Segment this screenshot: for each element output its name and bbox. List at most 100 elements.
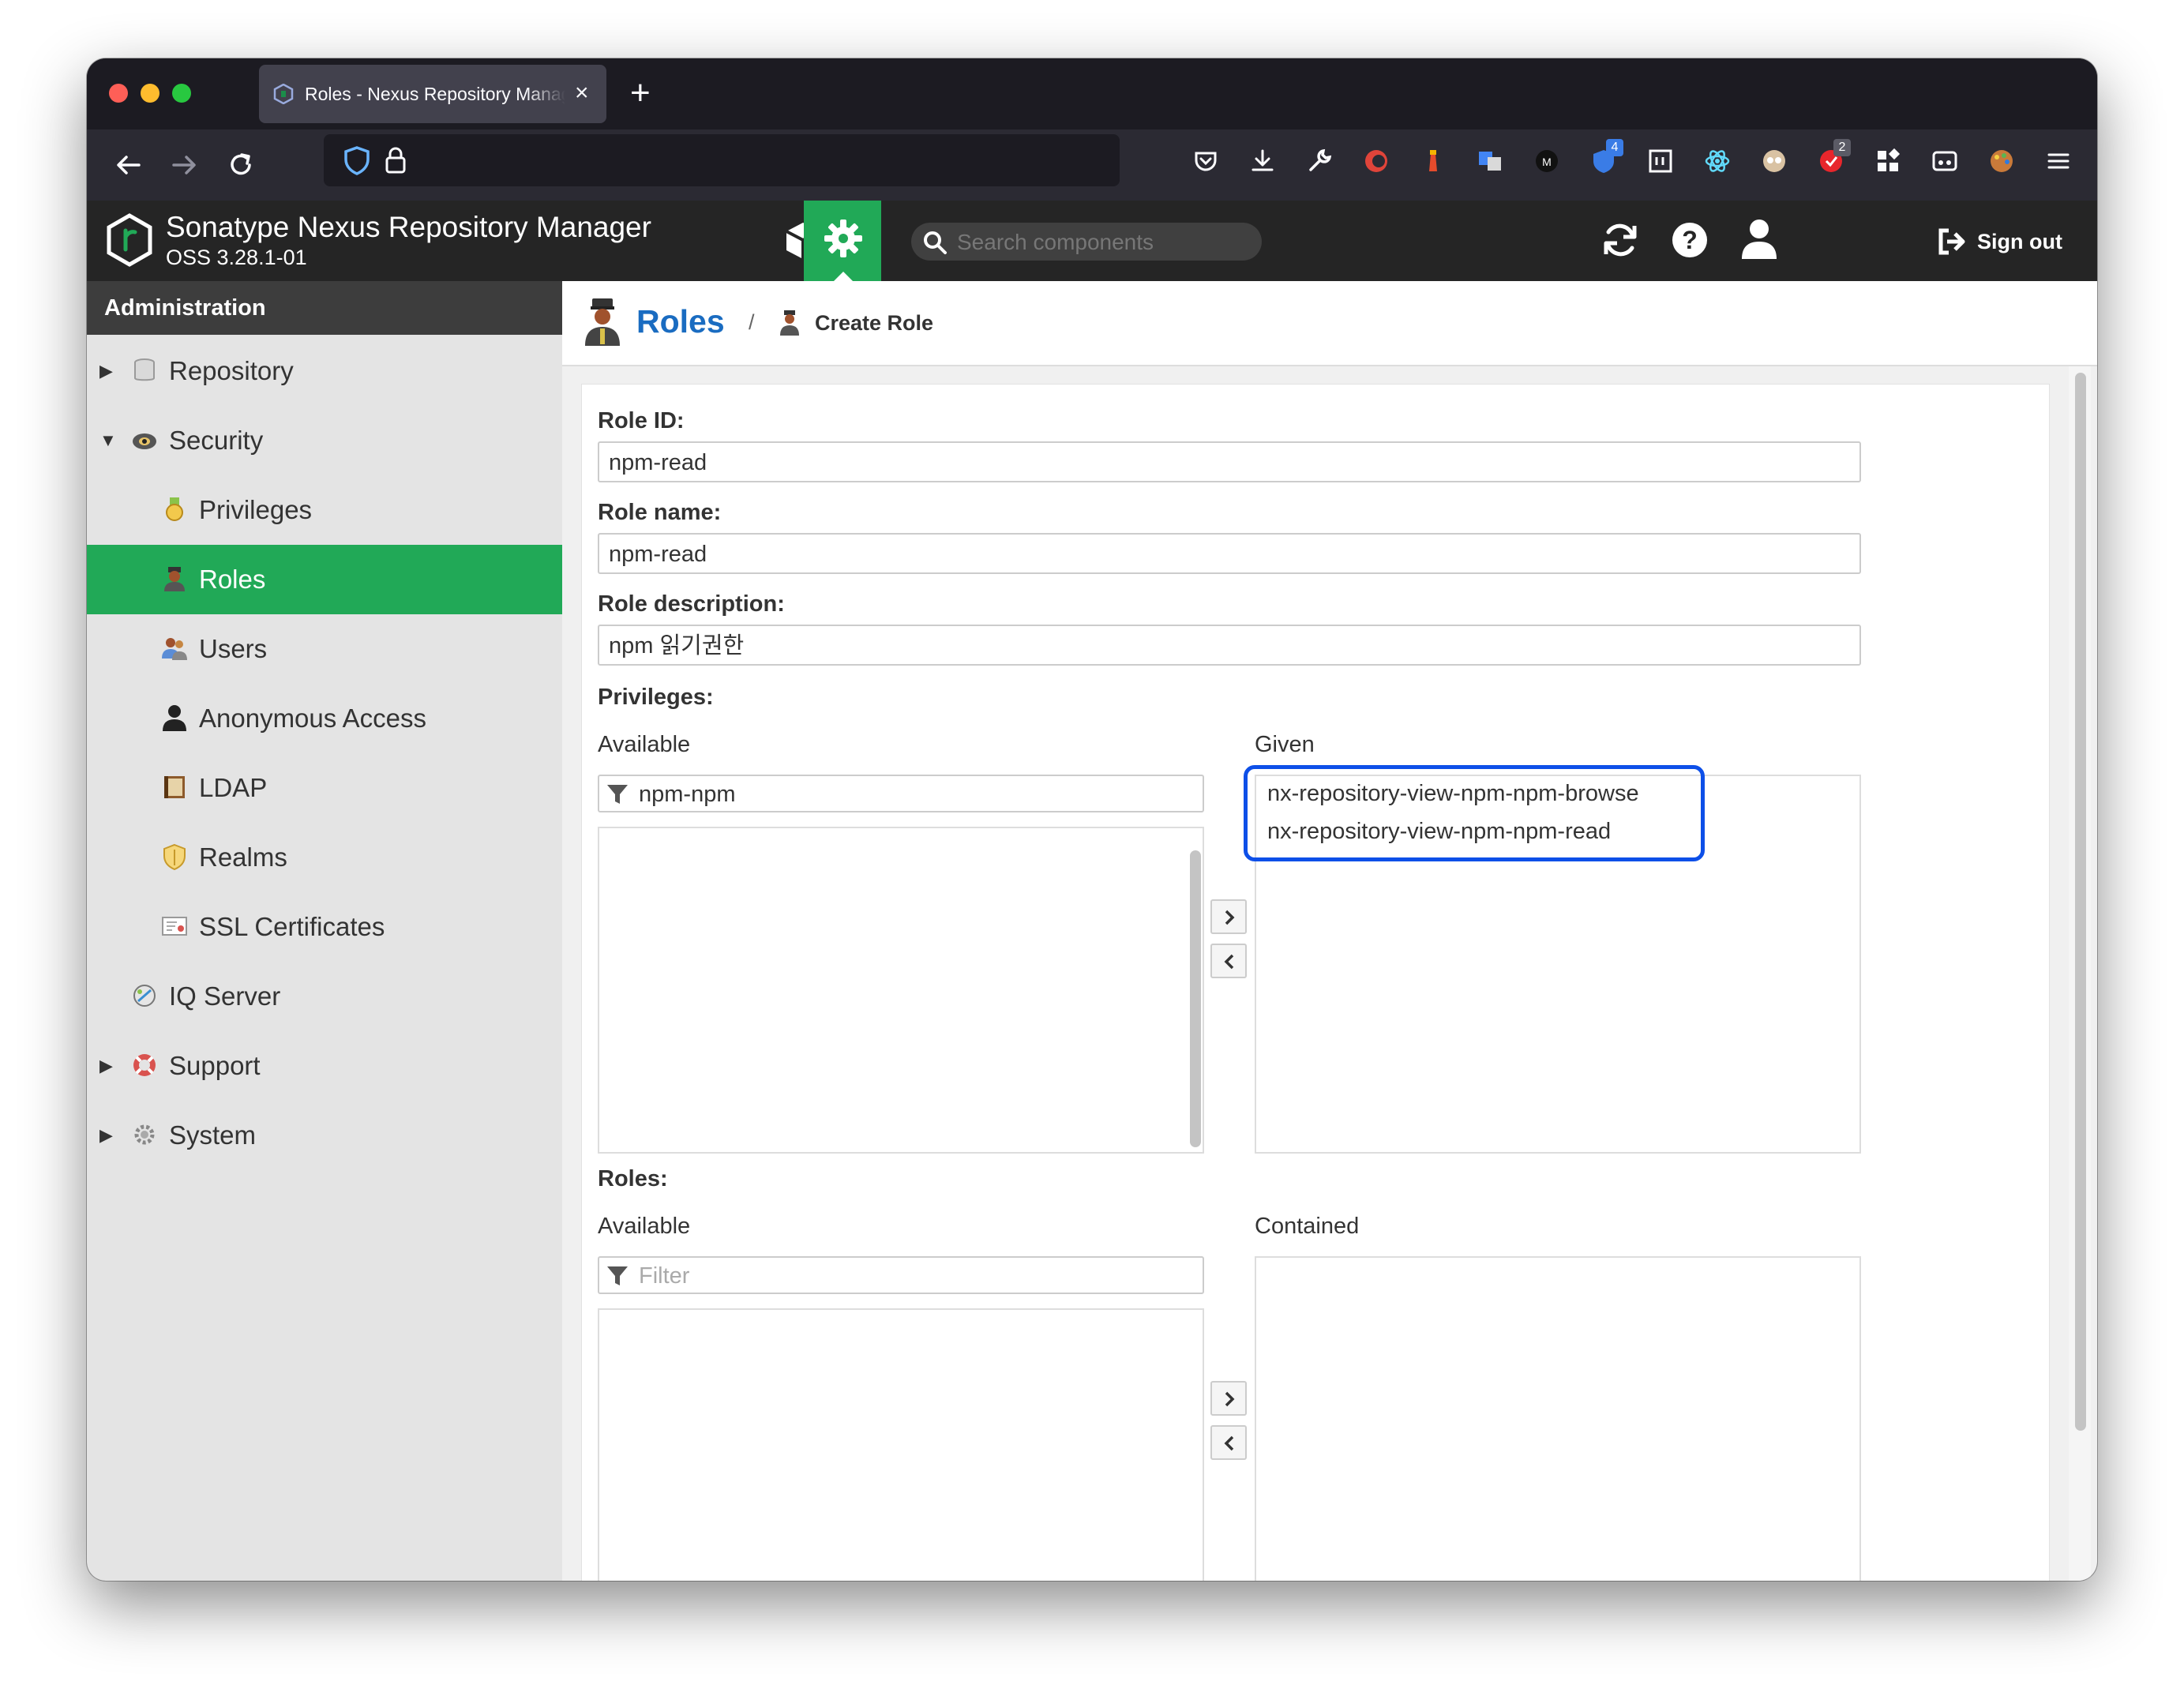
privileges-available-label: Available bbox=[598, 732, 691, 757]
color-palette-icon[interactable] bbox=[1988, 148, 2015, 174]
add-role-button[interactable] bbox=[1210, 1381, 1247, 1416]
remove-role-button[interactable] bbox=[1210, 1425, 1247, 1460]
browser-tab[interactable]: Roles - Nexus Repository Manager × bbox=[259, 65, 606, 123]
chevron-right-icon bbox=[1225, 910, 1235, 925]
filter-icon bbox=[607, 785, 628, 804]
sign-out-label: Sign out bbox=[1977, 230, 2062, 253]
sidebar-item-label: IQ Server bbox=[169, 981, 281, 1011]
url-bar[interactable] bbox=[324, 134, 1120, 186]
forward-icon[interactable] bbox=[166, 147, 202, 183]
lighthouse-icon[interactable] bbox=[1420, 148, 1447, 174]
reload-icon[interactable] bbox=[223, 147, 259, 183]
sidebar-item-label: Users bbox=[199, 634, 268, 663]
role-icon bbox=[164, 567, 185, 591]
sidebar-item-repository[interactable]: ▶ Repository bbox=[87, 336, 562, 406]
role-description-input[interactable]: npm 읽기권한 bbox=[598, 625, 1861, 666]
main-scrollbar-thumb[interactable] bbox=[2075, 373, 2086, 1431]
sidebar-item-users[interactable]: Users bbox=[87, 614, 562, 684]
active-indicator bbox=[834, 272, 853, 281]
breadcrumb-root-link[interactable]: Roles bbox=[636, 302, 725, 341]
role-description-label: Role description: bbox=[598, 591, 785, 617]
ublock-badge: 4 bbox=[1606, 139, 1623, 156]
sidebar-item-label: Support bbox=[169, 1051, 261, 1080]
translate-icon[interactable] bbox=[1477, 148, 1503, 174]
nexus-logo-icon bbox=[107, 213, 152, 267]
collapse-arrow-icon[interactable]: ▼ bbox=[99, 406, 117, 475]
refresh-icon[interactable] bbox=[1600, 220, 1641, 261]
roles-contained-label: Contained bbox=[1255, 1214, 1360, 1239]
owl-extension-icon[interactable] bbox=[1761, 148, 1788, 174]
tracking-shield-icon[interactable] bbox=[343, 145, 371, 175]
remove-privilege-button[interactable] bbox=[1210, 944, 1247, 978]
sidebar-item-system[interactable]: ▶ System bbox=[87, 1101, 562, 1170]
privileges-given-label: Given bbox=[1255, 732, 1315, 757]
sidebar-item-label: Repository bbox=[169, 356, 294, 385]
privileges-available-list[interactable] bbox=[598, 827, 1204, 1154]
brand-name: Sonatype Nexus Repository Manager bbox=[166, 211, 651, 243]
help-icon[interactable]: ? bbox=[1669, 220, 1710, 261]
roles-available-label: Available bbox=[598, 1214, 691, 1239]
expand-arrow-icon[interactable]: ▶ bbox=[99, 336, 113, 406]
sidebar-item-roles[interactable]: Roles bbox=[87, 545, 562, 614]
sidebar-item-ssl-certificates[interactable]: SSL Certificates bbox=[87, 892, 562, 962]
sidebar-item-label: Anonymous Access bbox=[199, 704, 426, 733]
sidebar-item-ldap[interactable]: LDAP bbox=[87, 753, 562, 823]
new-tab-button[interactable]: + bbox=[630, 71, 651, 115]
privileges-filter-input[interactable] bbox=[637, 779, 1124, 809]
search-box[interactable] bbox=[911, 223, 1262, 261]
close-window-button[interactable] bbox=[109, 84, 128, 103]
lifebuoy-icon bbox=[133, 1054, 156, 1076]
roles-contained-list[interactable] bbox=[1255, 1256, 1861, 1581]
main-scrollbar[interactable] bbox=[2069, 366, 2091, 1581]
gear-icon bbox=[134, 1124, 155, 1145]
sidebar-item-realms[interactable]: Realms bbox=[87, 823, 562, 892]
role-id-input[interactable]: npm-read bbox=[598, 441, 1861, 482]
reader-extension-icon[interactable] bbox=[1931, 148, 1958, 174]
expand-arrow-icon[interactable]: ▶ bbox=[99, 1101, 113, 1170]
user-icon[interactable] bbox=[1740, 218, 1778, 261]
zoom-window-button[interactable] bbox=[172, 84, 191, 103]
sign-out-icon bbox=[1938, 228, 1965, 255]
sidebar-item-label: Security bbox=[169, 426, 264, 455]
sidebar-item-security[interactable]: ▼ Security bbox=[87, 406, 562, 475]
hamburger-menu-icon[interactable] bbox=[2045, 148, 2072, 174]
role-icon bbox=[585, 298, 620, 346]
lock-icon[interactable] bbox=[384, 145, 407, 175]
breadcrumb-current: Create Role bbox=[815, 311, 934, 335]
roles-filter-input[interactable] bbox=[637, 1261, 1124, 1291]
extension-red-circle-icon[interactable] bbox=[1363, 148, 1390, 174]
react-devtools-icon[interactable] bbox=[1704, 148, 1731, 174]
sidebar-title: Administration bbox=[87, 281, 562, 335]
downloads-icon[interactable] bbox=[1249, 148, 1276, 174]
back-icon[interactable] bbox=[111, 147, 147, 183]
chevron-right-icon bbox=[1225, 1391, 1235, 1407]
sidebar-item-privileges[interactable]: Privileges bbox=[87, 475, 562, 545]
role-name-input[interactable]: npm-read bbox=[598, 533, 1861, 574]
main-content: Roles / Create Role Role ID: npm-read Ro… bbox=[562, 281, 2097, 1581]
administration-button[interactable] bbox=[804, 201, 881, 281]
expand-arrow-icon[interactable]: ▶ bbox=[99, 1031, 113, 1101]
extensions-grid-icon[interactable] bbox=[1874, 148, 1901, 174]
sidebar-item-label: Privileges bbox=[199, 495, 313, 524]
privileges-filter[interactable] bbox=[598, 775, 1204, 812]
roles-filter[interactable] bbox=[598, 1256, 1204, 1294]
tab-strip: Roles - Nexus Repository Manager × + bbox=[87, 58, 2097, 129]
json-viewer-icon[interactable] bbox=[1647, 148, 1674, 174]
gear-icon bbox=[824, 220, 862, 257]
add-privilege-button[interactable] bbox=[1210, 899, 1247, 934]
pocket-icon[interactable] bbox=[1192, 148, 1219, 174]
minimize-window-button[interactable] bbox=[141, 84, 159, 103]
breadcrumb: Roles / Create Role bbox=[562, 281, 2097, 366]
chevron-left-icon bbox=[1224, 954, 1234, 970]
sidebar-item-support[interactable]: ▶ Support bbox=[87, 1031, 562, 1101]
extension-m-icon[interactable]: M bbox=[1533, 148, 1560, 174]
roles-available-list[interactable] bbox=[598, 1308, 1204, 1581]
sidebar-item-label: Realms bbox=[199, 842, 287, 872]
sidebar-item-anonymous-access[interactable]: Anonymous Access bbox=[87, 684, 562, 753]
search-input[interactable] bbox=[955, 227, 1251, 257]
brand-version: OSS 3.28.1-01 bbox=[166, 246, 307, 269]
sidebar-item-iq-server[interactable]: IQ Server bbox=[87, 962, 562, 1031]
list-scrollbar[interactable] bbox=[1190, 850, 1201, 1147]
wrench-icon[interactable] bbox=[1306, 148, 1333, 174]
tab-close-button[interactable]: × bbox=[575, 79, 589, 107]
